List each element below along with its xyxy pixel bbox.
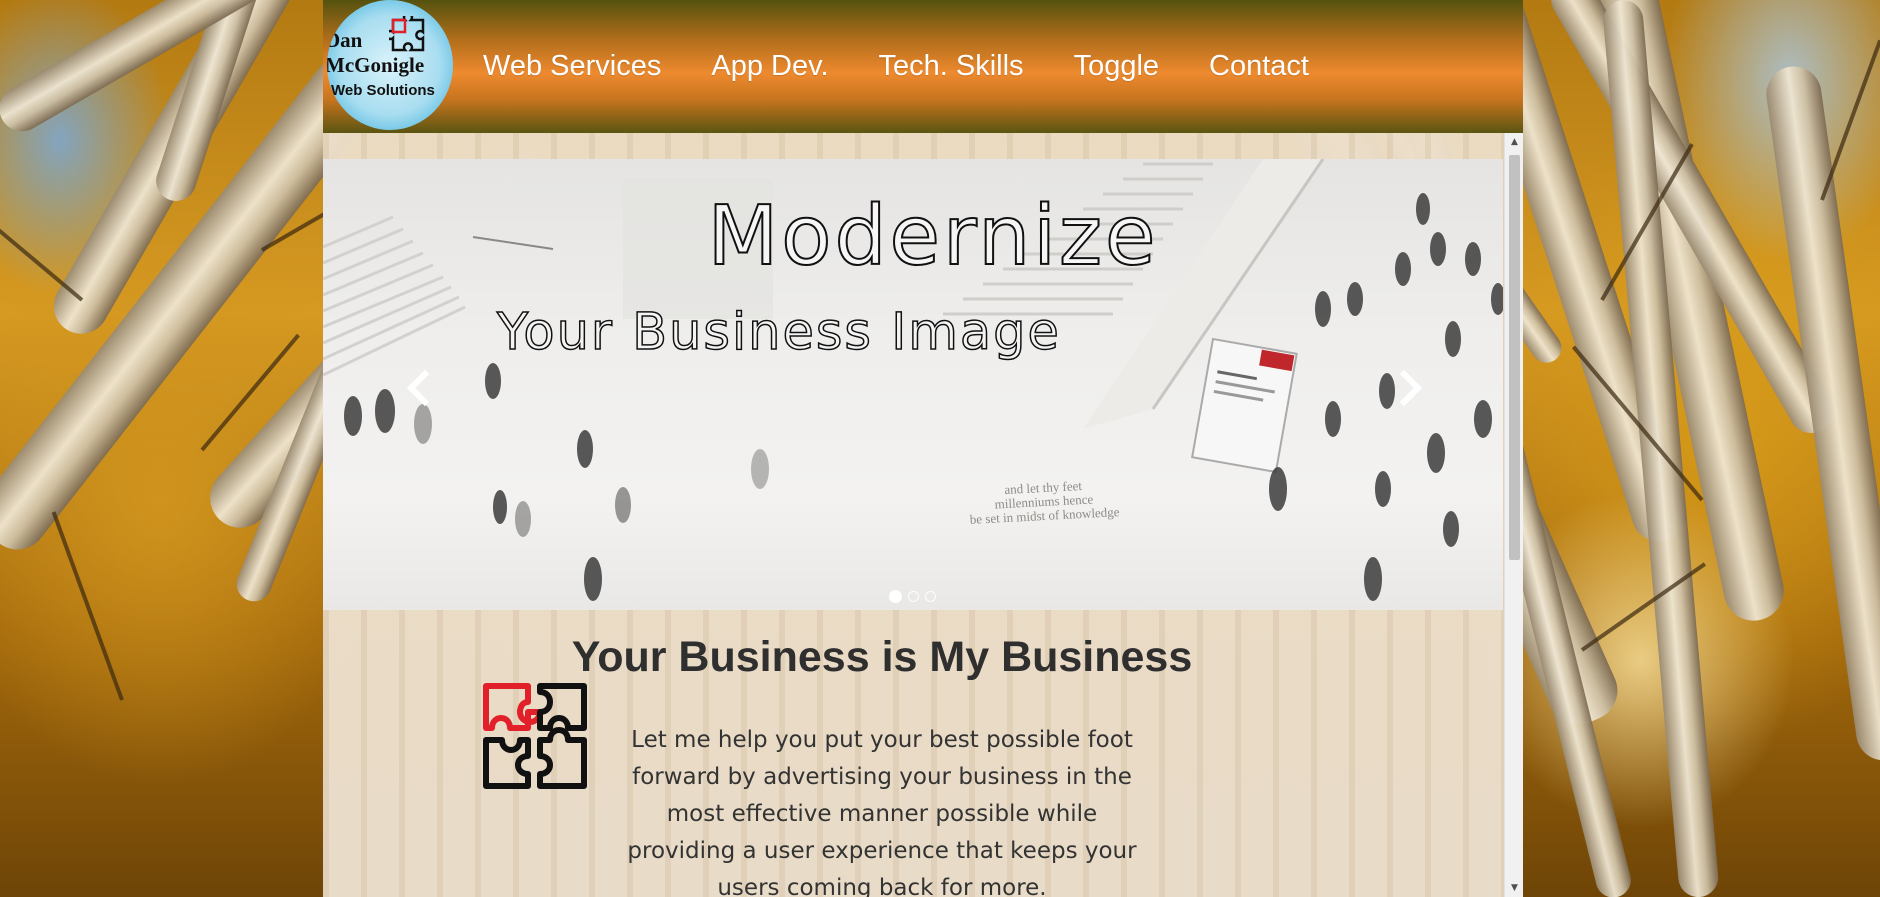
intro-text: Let me help you put your best possible f…	[627, 727, 1137, 897]
slide-subtitle: Your Business Image	[496, 302, 1061, 363]
carousel-next-button[interactable]	[1390, 368, 1430, 408]
navbar: Dan McGonigle Web Solutions Web Services…	[323, 0, 1523, 133]
sign-board	[1191, 337, 1298, 474]
intro-heading: Your Business is My Business	[571, 633, 1193, 681]
scroll-thumb[interactable]	[1509, 155, 1520, 560]
logo-line-2: McGonigle	[327, 53, 425, 77]
puzzle-icon	[483, 683, 587, 789]
scroll-up-icon[interactable]: ▲	[1505, 133, 1523, 151]
nav-toggle[interactable]: Toggle	[1074, 50, 1159, 83]
nav-app-dev[interactable]: App Dev.	[711, 50, 828, 83]
chevron-left-icon	[406, 369, 430, 407]
main-nav: Web Services App Dev. Tech. Skills Toggl…	[483, 0, 1359, 133]
nav-contact[interactable]: Contact	[1209, 50, 1309, 83]
logo-puzzle-icon	[389, 16, 425, 52]
carousel-indicators	[889, 590, 936, 603]
tree-branch	[1820, 39, 1880, 201]
nav-tech-skills[interactable]: Tech. Skills	[879, 50, 1024, 83]
scroll-down-icon[interactable]: ▼	[1505, 879, 1523, 897]
carousel-indicator-2[interactable]	[908, 591, 919, 602]
tree-branch	[51, 511, 124, 701]
wall-inscription: and let thy feet millenniums hence be se…	[968, 477, 1119, 527]
carousel-indicator-3[interactable]	[925, 591, 936, 602]
slide-title: Modernize	[707, 188, 1159, 285]
nav-web-services[interactable]: Web Services	[483, 50, 661, 83]
tree-trunk	[1762, 62, 1880, 764]
hero-carousel: Modernize Your Business Image and let th…	[323, 159, 1503, 610]
carousel-prev-button[interactable]	[399, 368, 439, 408]
page-scrollbar[interactable]: ▲ ▼	[1504, 133, 1523, 897]
carousel-indicator-1[interactable]	[889, 590, 902, 603]
logo-line-3: Web Solutions	[331, 82, 435, 99]
page-container: Dan McGonigle Web Solutions Web Services…	[323, 0, 1523, 897]
chevron-right-icon	[1399, 369, 1423, 407]
site-logo[interactable]: Dan McGonigle Web Solutions	[327, 0, 453, 130]
